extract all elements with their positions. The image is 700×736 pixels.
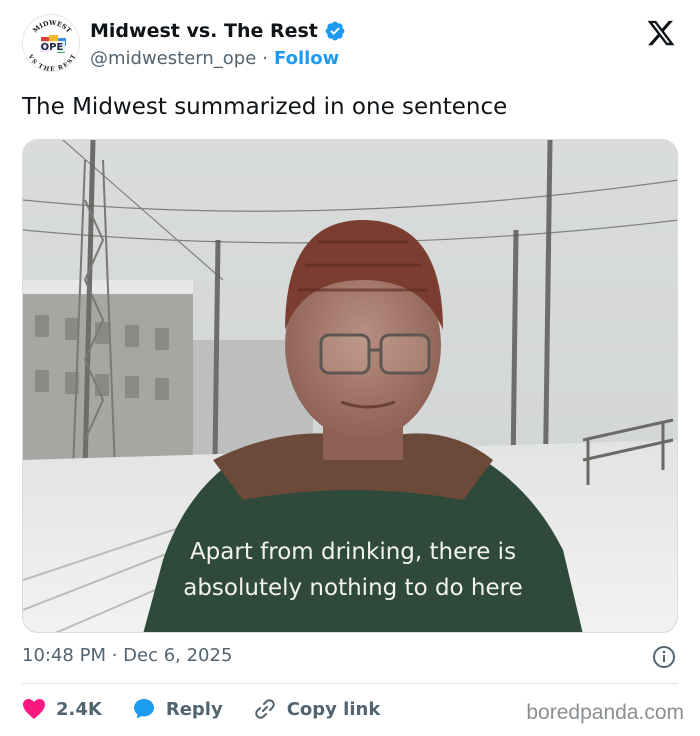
timestamp[interactable]: 10:48 PM · Dec 6, 2025 [22,645,232,666]
avatar-top-text: MIDWEST [31,19,73,35]
handle[interactable]: @midwestern_ope [90,48,256,69]
like-button[interactable]: 2.4K [22,698,102,720]
reply-button[interactable]: Reply [132,697,223,721]
timestamp-row: 10:48 PM · Dec 6, 2025 [22,645,678,671]
display-name[interactable]: Midwest vs. The Rest [90,20,318,42]
svg-text:MIDWEST: MIDWEST [31,19,73,35]
info-icon[interactable] [652,645,676,669]
name-row: Midwest vs. The Rest [90,20,346,42]
svg-text:VS THE REST: VS THE REST [26,53,78,72]
x-logo-icon[interactable] [646,18,676,48]
avatar[interactable]: OPE MIDWEST VS THE REST [22,14,80,72]
separator-dot: · [262,48,269,69]
tweet-text: The Midwest summarized in one sentence [22,94,508,120]
reply-icon [133,699,154,719]
heart-icon [23,699,45,719]
divider [22,683,678,684]
image-caption-line1: Apart from drinking, there is [190,539,516,565]
copy-link-label: Copy link [286,698,381,720]
link-icon [254,699,275,719]
tweet-header: OPE MIDWEST VS THE REST Midwest vs. The … [22,14,678,80]
avatar-bottom-text: VS THE REST [26,53,78,71]
verified-badge-icon [325,21,345,41]
watermark: boredpanda.com [526,701,684,724]
avatar-center-text: OPE [41,42,64,53]
copy-link-button[interactable]: Copy link [253,697,381,721]
like-count: 2.4K [56,698,102,720]
follow-button[interactable]: Follow [274,48,339,69]
handle-row: @midwestern_ope · Follow [90,48,339,69]
action-bar: 2.4K Reply Copy link [22,696,410,722]
image-caption-line2: absolutely nothing to do here [183,575,523,601]
tweet-image[interactable]: Apart from drinking, there is absolutely… [22,139,678,633]
reply-label: Reply [165,698,223,720]
